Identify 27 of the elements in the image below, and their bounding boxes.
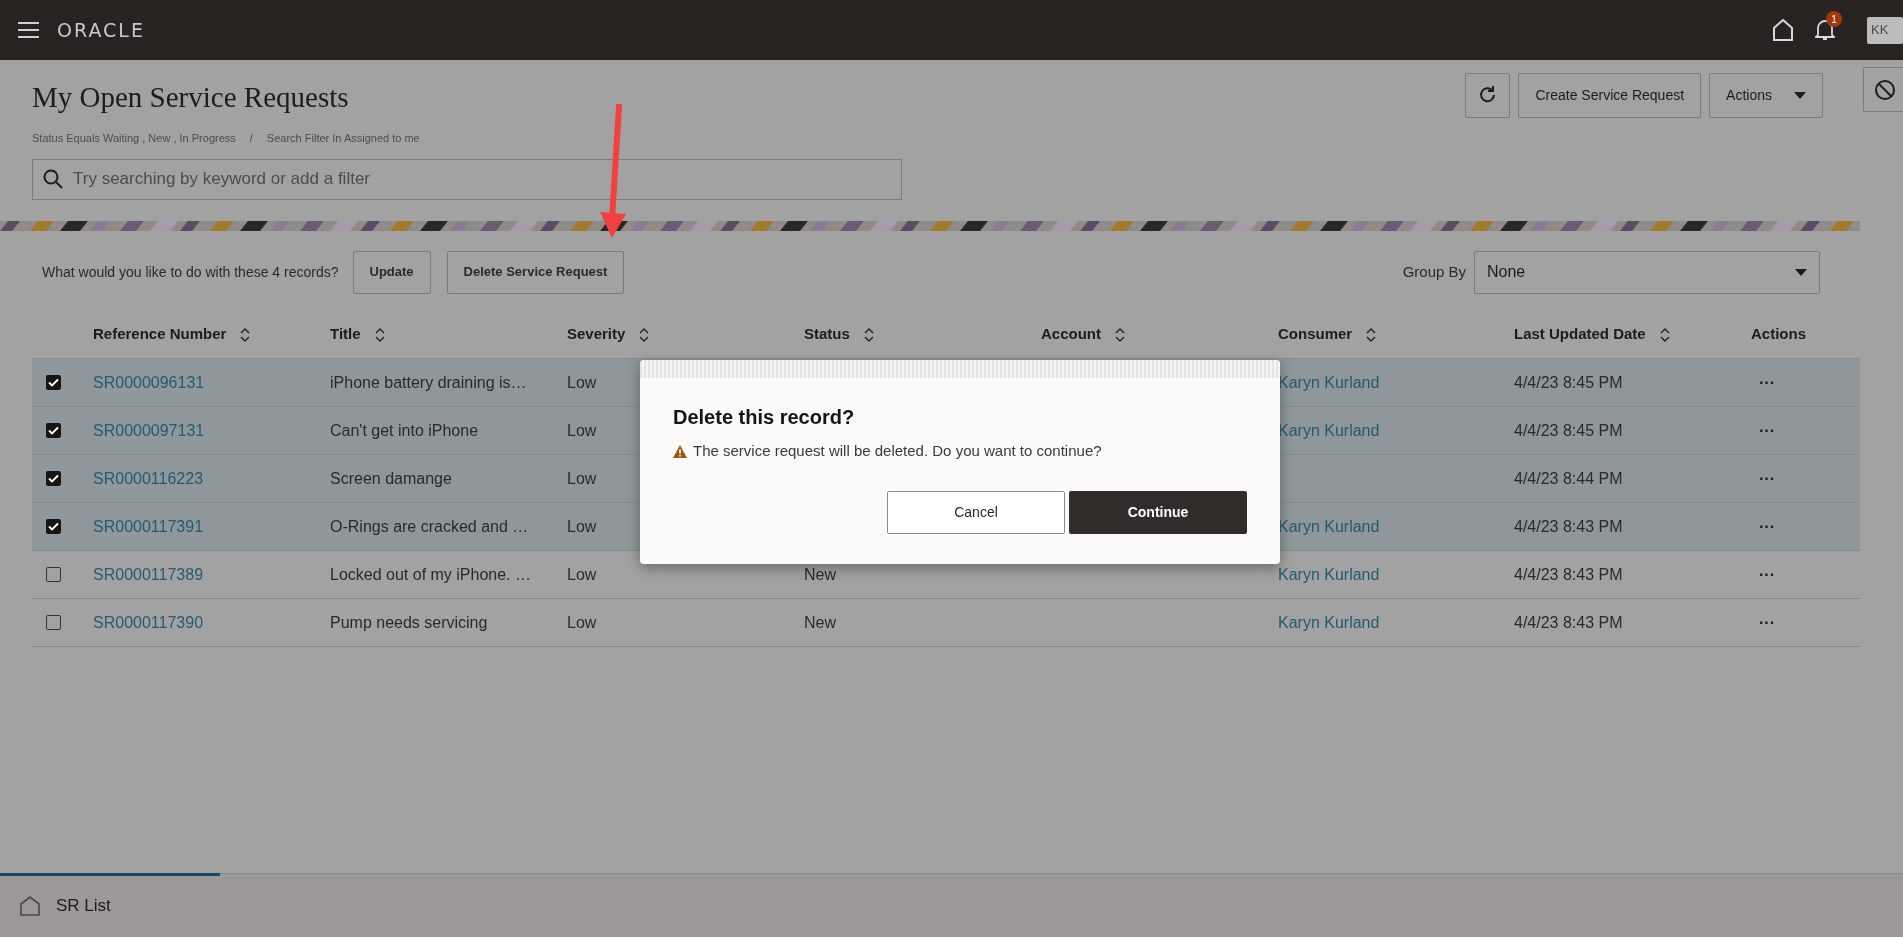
page-title: My Open Service Requests bbox=[32, 80, 350, 114]
table-cell: 4/4/23 8:43 PM bbox=[1514, 517, 1623, 535]
table-cell: Low bbox=[567, 373, 597, 391]
notification-badge: 1 bbox=[1826, 11, 1842, 27]
group-by-label: Group By bbox=[1402, 261, 1466, 282]
table-cell: Low bbox=[567, 469, 597, 487]
table-cell: 4/4/23 8:43 PM bbox=[1514, 565, 1623, 583]
table-cell: 4/4/23 8:43 PM bbox=[1514, 613, 1623, 631]
selection-prompt: What would you like to do with these 4 records? bbox=[42, 262, 339, 282]
table-cell: Low bbox=[567, 565, 597, 583]
table-cell: Can't get into iPhone bbox=[330, 421, 479, 439]
table-cell: 4/4/23 8:45 PM bbox=[1514, 373, 1623, 391]
table-cell: New bbox=[804, 565, 836, 583]
table-cell: Low bbox=[567, 421, 597, 439]
dialog-message: The service request will be deleted. Do you want to continue? bbox=[693, 441, 1102, 461]
dialog-title: Delete this record? bbox=[673, 405, 856, 430]
table-cell: New bbox=[804, 613, 836, 631]
table-cell: Low bbox=[567, 613, 597, 631]
table-cell: Pump needs servicing bbox=[330, 613, 488, 631]
table-cell: Locked out of my iPhone. … bbox=[330, 565, 531, 583]
table-cell: O-Rings are cracked and … bbox=[330, 517, 529, 535]
table-cell: 4/4/23 8:45 PM bbox=[1514, 421, 1623, 439]
table-cell: 4/4/23 8:44 PM bbox=[1514, 469, 1623, 487]
table-cell: Screen damange bbox=[330, 469, 452, 487]
table-cell: iPhone battery draining is… bbox=[330, 373, 527, 391]
table-cell: Low bbox=[567, 517, 597, 535]
filter-separator: / bbox=[249, 131, 253, 146]
